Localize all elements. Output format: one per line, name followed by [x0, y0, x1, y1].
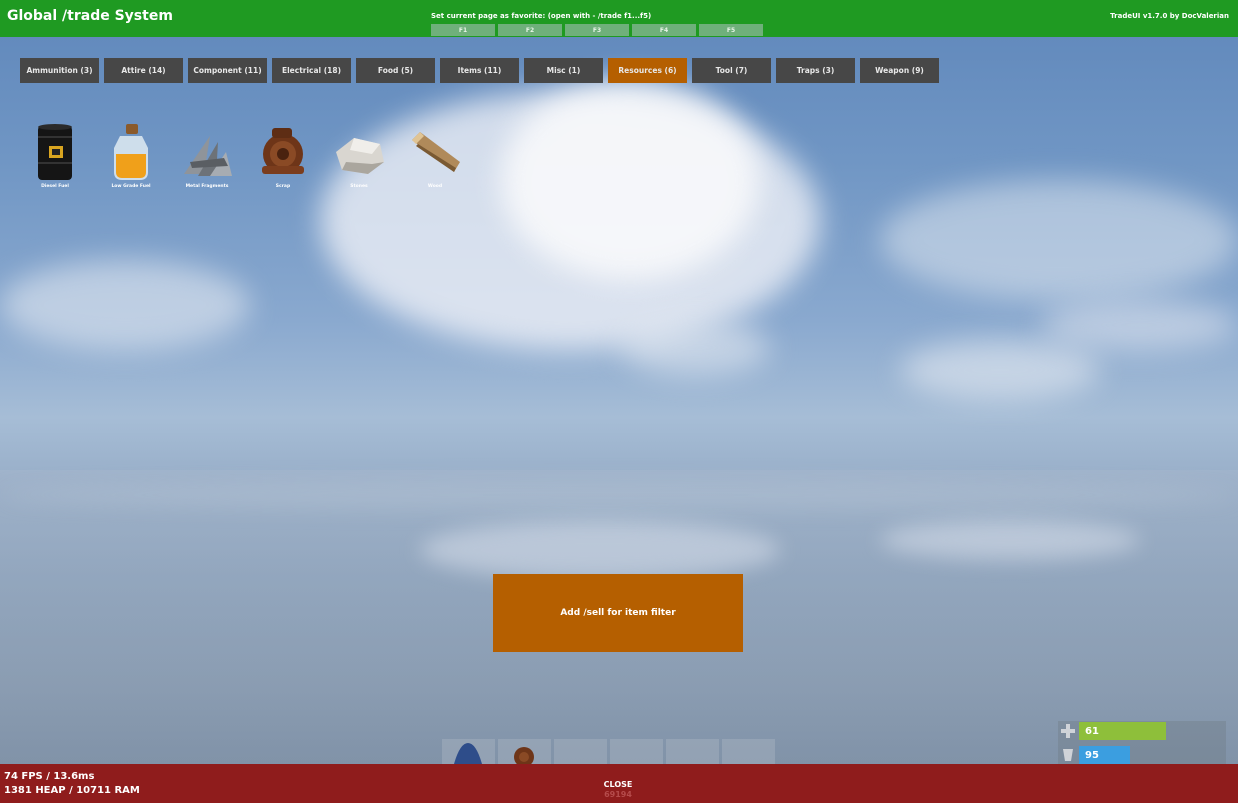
hotbar-slot[interactable] — [442, 739, 495, 764]
scrap-icon — [262, 128, 304, 174]
metal-fragments-icon — [184, 136, 232, 176]
app-title: Global /trade System — [7, 8, 173, 24]
item-label: Diesel Fuel — [41, 184, 69, 189]
health-stat: 61 — [1060, 722, 1166, 740]
favorite-slot-f3[interactable]: F3 — [565, 24, 629, 36]
hotbar-slot[interactable] — [722, 739, 775, 764]
tab-items[interactable]: Items (11) — [440, 58, 519, 83]
item-low-grade-fuel[interactable]: Low Grade Fuel — [96, 120, 166, 192]
health-value: 61 — [1085, 725, 1099, 737]
favorite-slot-f2[interactable]: F2 — [498, 24, 562, 36]
coin-balance: 69194 — [604, 790, 632, 799]
version-label: TradeUI v1.7.0 by DocValerian — [1110, 12, 1229, 20]
water-bar: 95 — [1079, 746, 1130, 764]
memory-readout: 1381 HEAP / 10711 RAM — [4, 785, 140, 796]
item-metal-fragments[interactable]: Metal Fragments — [172, 120, 242, 192]
item-stones[interactable]: Stones — [324, 120, 394, 192]
favorite-slot-f1[interactable]: F1 — [431, 24, 495, 36]
hotbar-slot[interactable] — [554, 739, 607, 764]
favorite-slot-f5[interactable]: F5 — [699, 24, 763, 36]
tab-ammunition[interactable]: Ammunition (3) — [20, 58, 99, 83]
favorite-hint: Set current page as favorite: (open with… — [431, 12, 652, 20]
favorite-slots: F1 F2 F3 F4 F5 — [431, 24, 763, 36]
item-label: Metal Fragments — [185, 184, 229, 189]
tab-weapon[interactable]: Weapon (9) — [860, 58, 939, 83]
item-label: Stones — [350, 184, 368, 189]
wood-icon — [412, 132, 460, 172]
hotbar — [442, 739, 775, 764]
add-sell-filter-button[interactable]: Add /sell for item filter — [493, 574, 743, 652]
hotbar-slot[interactable] — [666, 739, 719, 764]
favorite-slot-f4[interactable]: F4 — [632, 24, 696, 36]
item-diesel-fuel[interactable]: Diesel Fuel — [20, 120, 90, 192]
water-value: 95 — [1085, 749, 1099, 761]
item-grid: Diesel Fuel Low Grade Fuel Metal Fragmen… — [20, 120, 470, 192]
tab-resources[interactable]: Resources (6) — [608, 58, 687, 83]
item-label: Wood — [427, 184, 443, 189]
category-tabs: Ammunition (3) Attire (14) Component (11… — [20, 58, 939, 83]
fuel-jar-icon — [114, 124, 148, 180]
performance-stats: 74 FPS / 13.6ms 1381 HEAP / 10711 RAM — [4, 770, 140, 798]
tab-food[interactable]: Food (5) — [356, 58, 435, 83]
stone-icon — [336, 138, 384, 174]
tab-tool[interactable]: Tool (7) — [692, 58, 771, 83]
fps-readout: 74 FPS / 13.6ms — [4, 771, 95, 782]
item-label: Low Grade Fuel — [111, 184, 151, 189]
water-stat: 95 — [1060, 746, 1130, 764]
item-wood[interactable]: Wood — [400, 120, 470, 192]
tab-traps[interactable]: Traps (3) — [776, 58, 855, 83]
hazmat-hood-icon — [454, 743, 482, 764]
tab-component[interactable]: Component (11) — [188, 58, 267, 83]
close-button[interactable]: CLOSE — [560, 780, 676, 789]
item-scrap[interactable]: Scrap — [248, 120, 318, 192]
health-bar: 61 — [1079, 722, 1166, 740]
header-bar: Global /trade System Set current page as… — [0, 0, 1238, 37]
hotbar-slot[interactable] — [610, 739, 663, 764]
footer-bar: 74 FPS / 13.6ms 1381 HEAP / 10711 RAM CL… — [0, 764, 1238, 803]
tab-attire[interactable]: Attire (14) — [104, 58, 183, 83]
scrap-icon — [514, 747, 534, 764]
water-cup-icon — [1063, 749, 1073, 761]
hotbar-slot[interactable] — [498, 739, 551, 764]
item-label: Scrap — [275, 184, 291, 189]
diesel-barrel-icon — [38, 124, 72, 180]
health-cross-icon — [1061, 724, 1075, 738]
tab-misc[interactable]: Misc (1) — [524, 58, 603, 83]
tab-electrical[interactable]: Electrical (18) — [272, 58, 351, 83]
